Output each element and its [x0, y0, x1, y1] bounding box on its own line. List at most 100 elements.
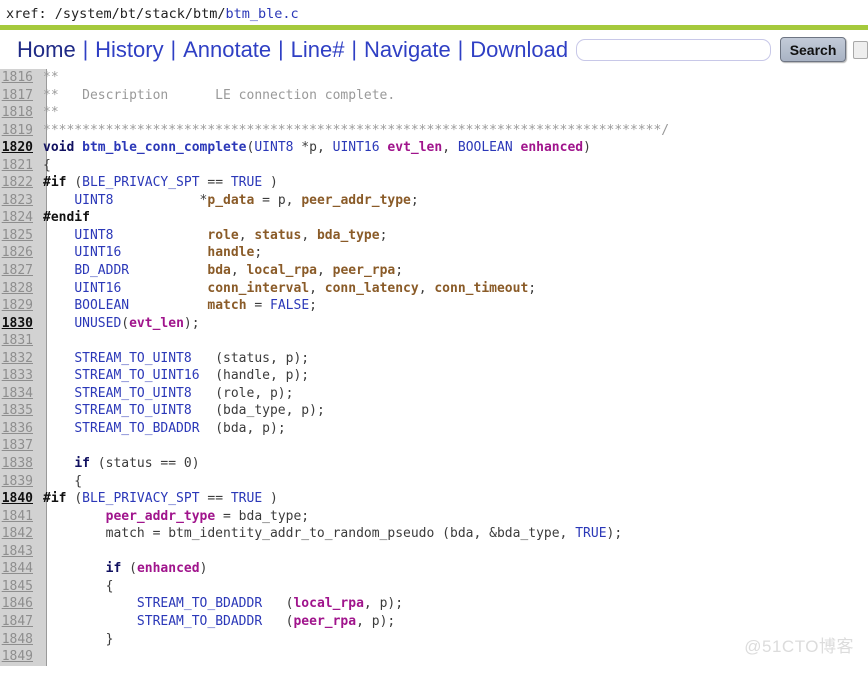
- edge-toggle-button[interactable]: [853, 40, 868, 59]
- line-number-1849[interactable]: 1849: [0, 648, 40, 666]
- line-number-1832[interactable]: 1832: [0, 350, 40, 368]
- line-number-1817[interactable]: 1817: [0, 87, 40, 105]
- code-token: (status, p);: [191, 350, 310, 366]
- menu-separator: |: [82, 38, 89, 61]
- menu-item-linenum[interactable]: Line#: [291, 38, 345, 61]
- line-number-1830[interactable]: 1830: [0, 315, 40, 333]
- menu-item-history[interactable]: History: [95, 38, 163, 61]
- line-number-1816[interactable]: 1816: [0, 69, 40, 87]
- code-token: (: [74, 175, 83, 191]
- line-number-1837[interactable]: 1837: [0, 437, 40, 455]
- line-number-1827[interactable]: 1827: [0, 262, 40, 280]
- line-number-1846[interactable]: 1846: [0, 595, 40, 613]
- line-number-1819[interactable]: 1819: [0, 122, 40, 140]
- code-line-text: STREAM_TO_UINT8 (role, p);: [40, 386, 293, 401]
- line-number-1847[interactable]: 1847: [0, 613, 40, 631]
- code-token[interactable]: UNUSED: [74, 316, 121, 331]
- code-token[interactable]: UINT16: [74, 281, 121, 296]
- code-token[interactable]: UINT8: [254, 140, 293, 155]
- code-token: if: [74, 456, 90, 472]
- search-input[interactable]: [576, 38, 771, 61]
- line-number-1844[interactable]: 1844: [0, 560, 40, 578]
- code-token: );: [183, 315, 200, 331]
- code-token[interactable]: BLE_PRIVACY_SPT: [82, 175, 199, 190]
- line-number-1834[interactable]: 1834: [0, 385, 40, 403]
- code-token[interactable]: STREAM_TO_BDADDR: [137, 596, 262, 611]
- line-number-1840[interactable]: 1840: [0, 490, 40, 508]
- code-token[interactable]: UINT8: [74, 193, 113, 208]
- code-token[interactable]: BLE_PRIVACY_SPT: [82, 491, 199, 506]
- source-code-viewport[interactable]: 1816 ** 1817 ** Description LE connection c…: [0, 69, 868, 666]
- code-token: (: [262, 613, 294, 629]
- line-number-1823[interactable]: 1823: [0, 192, 40, 210]
- line-number-1828[interactable]: 1828: [0, 280, 40, 298]
- line-number-1833[interactable]: 1833: [0, 367, 40, 385]
- line-number-1824[interactable]: 1824: [0, 209, 40, 227]
- search-button[interactable]: Search: [779, 37, 847, 62]
- line-number-1818[interactable]: 1818: [0, 104, 40, 122]
- code-token[interactable]: STREAM_TO_BDADDR: [74, 421, 199, 436]
- line-number-1825[interactable]: 1825: [0, 227, 40, 245]
- line-number-1831[interactable]: 1831: [0, 332, 40, 350]
- code-line-text: UNUSED(evt_len);: [40, 315, 200, 331]
- code-line: 1826 UINT16 handle;: [0, 244, 868, 262]
- line-number-1835[interactable]: 1835: [0, 402, 40, 420]
- code-line-text: STREAM_TO_UINT16 (handle, p);: [40, 368, 309, 383]
- line-number-1829[interactable]: 1829: [0, 297, 40, 315]
- line-number-1843[interactable]: 1843: [0, 543, 40, 561]
- code-token: #endif: [43, 210, 90, 226]
- menu-item-navigate[interactable]: Navigate: [364, 38, 451, 61]
- code-token[interactable]: BD_ADDR: [74, 263, 129, 278]
- line-number-1826[interactable]: 1826: [0, 244, 40, 262]
- code-token[interactable]: UINT8: [74, 228, 113, 243]
- menu-item-annotate[interactable]: Annotate: [183, 38, 271, 61]
- code-token: ==: [199, 491, 231, 507]
- line-number-1845[interactable]: 1845: [0, 578, 40, 596]
- menu-item-home[interactable]: Home: [17, 38, 76, 61]
- line-number-1848[interactable]: 1848: [0, 631, 40, 649]
- code-token[interactable]: STREAM_TO_UINT8: [74, 351, 191, 366]
- line-number-1842[interactable]: 1842: [0, 525, 40, 543]
- line-number-1822[interactable]: 1822: [0, 174, 40, 192]
- code-token[interactable]: STREAM_TO_UINT16: [74, 368, 199, 383]
- top-menu-bar: Home | History | Annotate | Line# | Navigate | Dow…: [0, 30, 868, 69]
- code-token: **: [43, 105, 59, 121]
- code-token: {: [43, 157, 51, 173]
- line-number-1836[interactable]: 1836: [0, 420, 40, 438]
- code-token: enhanced: [136, 561, 200, 577]
- code-line: 1841 peer_addr_type = bda_type;: [0, 508, 868, 526]
- code-token: **: [43, 70, 59, 85]
- code-token[interactable]: UINT16: [333, 140, 380, 155]
- line-number-1821[interactable]: 1821: [0, 157, 40, 175]
- code-token[interactable]: UINT16: [74, 245, 121, 260]
- code-token[interactable]: btm_ble_conn_complete: [82, 140, 246, 155]
- code-token[interactable]: STREAM_TO_BDADDR: [137, 614, 262, 629]
- line-number-1839[interactable]: 1839: [0, 473, 40, 491]
- code-line: 1845 {: [0, 578, 868, 596]
- xref-filename-link[interactable]: btm_ble.c: [225, 6, 298, 22]
- code-line: 1831: [0, 332, 868, 350]
- code-token: ;: [309, 298, 317, 314]
- code-token: =: [246, 298, 271, 314]
- xref-path: /system/bt/stack/btm/: [54, 6, 226, 22]
- code-line: 1817 ** Description LE connection complet…: [0, 87, 868, 105]
- code-line-text: ****************************************…: [40, 123, 669, 138]
- line-number-1841[interactable]: 1841: [0, 508, 40, 526]
- code-token: TRUE: [575, 526, 607, 542]
- line-number-1838[interactable]: 1838: [0, 455, 40, 473]
- code-token[interactable]: BOOLEAN: [74, 298, 129, 313]
- line-number-1820[interactable]: 1820: [0, 139, 40, 157]
- code-token[interactable]: STREAM_TO_UINT8: [74, 386, 191, 401]
- code-token[interactable]: BOOLEAN: [458, 140, 513, 155]
- code-line: 1816 **: [0, 69, 868, 87]
- code-token[interactable]: STREAM_TO_UINT8: [74, 403, 191, 418]
- code-line: 1844 if (enhanced): [0, 560, 868, 578]
- code-token: ): [262, 491, 278, 507]
- menu-item-download[interactable]: Download: [470, 38, 568, 61]
- code-line: 1834 STREAM_TO_UINT8 (role, p);: [0, 385, 868, 403]
